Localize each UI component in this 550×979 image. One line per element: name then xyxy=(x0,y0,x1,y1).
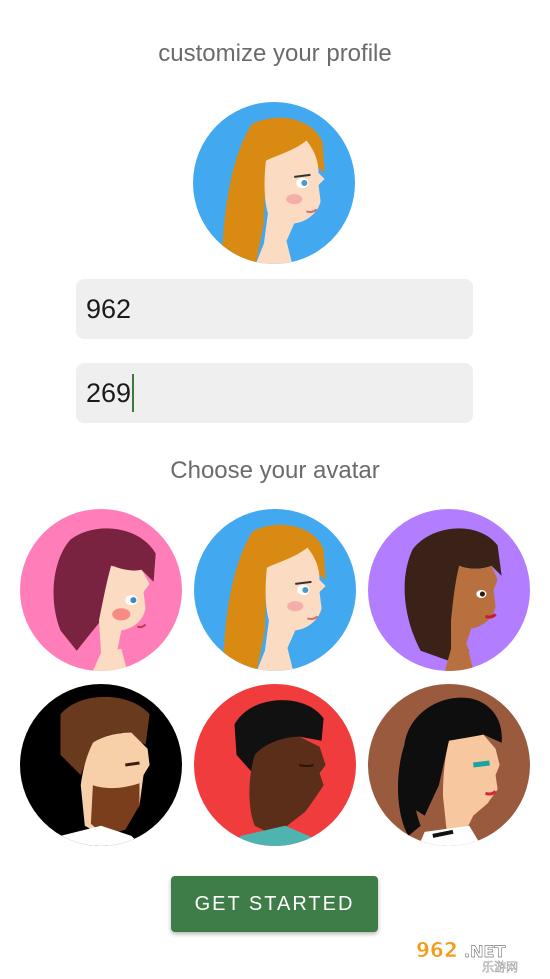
orange-hair-woman-avatar-icon xyxy=(194,509,356,671)
avatar-option-5[interactable] xyxy=(194,684,356,846)
watermark-logo-icon: 962 .NET 乐游网 xyxy=(416,938,518,974)
avatar-section-heading: Choose your avatar xyxy=(170,457,380,484)
site-watermark-logo: 962 .NET 乐游网 xyxy=(412,931,542,975)
dark-skin-man-avatar-icon xyxy=(194,684,356,846)
maroon-hair-woman-avatar-icon xyxy=(20,509,182,671)
avatar-option-1[interactable] xyxy=(20,509,182,671)
page-title: customize your profile xyxy=(158,40,392,67)
avatar-option-4[interactable] xyxy=(20,684,182,846)
bearded-man-avatar-icon xyxy=(20,684,182,846)
get-started-button[interactable]: GET STARTED xyxy=(171,876,378,932)
second-name-field[interactable]: 269 xyxy=(76,363,473,423)
orange-hair-woman-avatar-icon xyxy=(193,102,355,264)
first-name-field[interactable]: 962 xyxy=(76,279,473,339)
dark-hair-woman-avatar-icon xyxy=(368,509,530,671)
svg-text:962: 962 xyxy=(416,938,458,962)
first-name-value: 962 xyxy=(86,293,132,324)
text-cursor xyxy=(132,374,135,412)
svg-text:乐游网: 乐游网 xyxy=(482,960,518,974)
second-name-value: 269 xyxy=(86,377,132,408)
avatar-option-3[interactable] xyxy=(368,509,530,671)
selected-profile-avatar xyxy=(193,102,355,264)
avatar-option-2[interactable] xyxy=(194,509,356,671)
avatar-option-6[interactable] xyxy=(368,684,530,846)
ponytail-woman-avatar-icon xyxy=(368,684,530,846)
svg-text:.NET: .NET xyxy=(464,942,505,961)
